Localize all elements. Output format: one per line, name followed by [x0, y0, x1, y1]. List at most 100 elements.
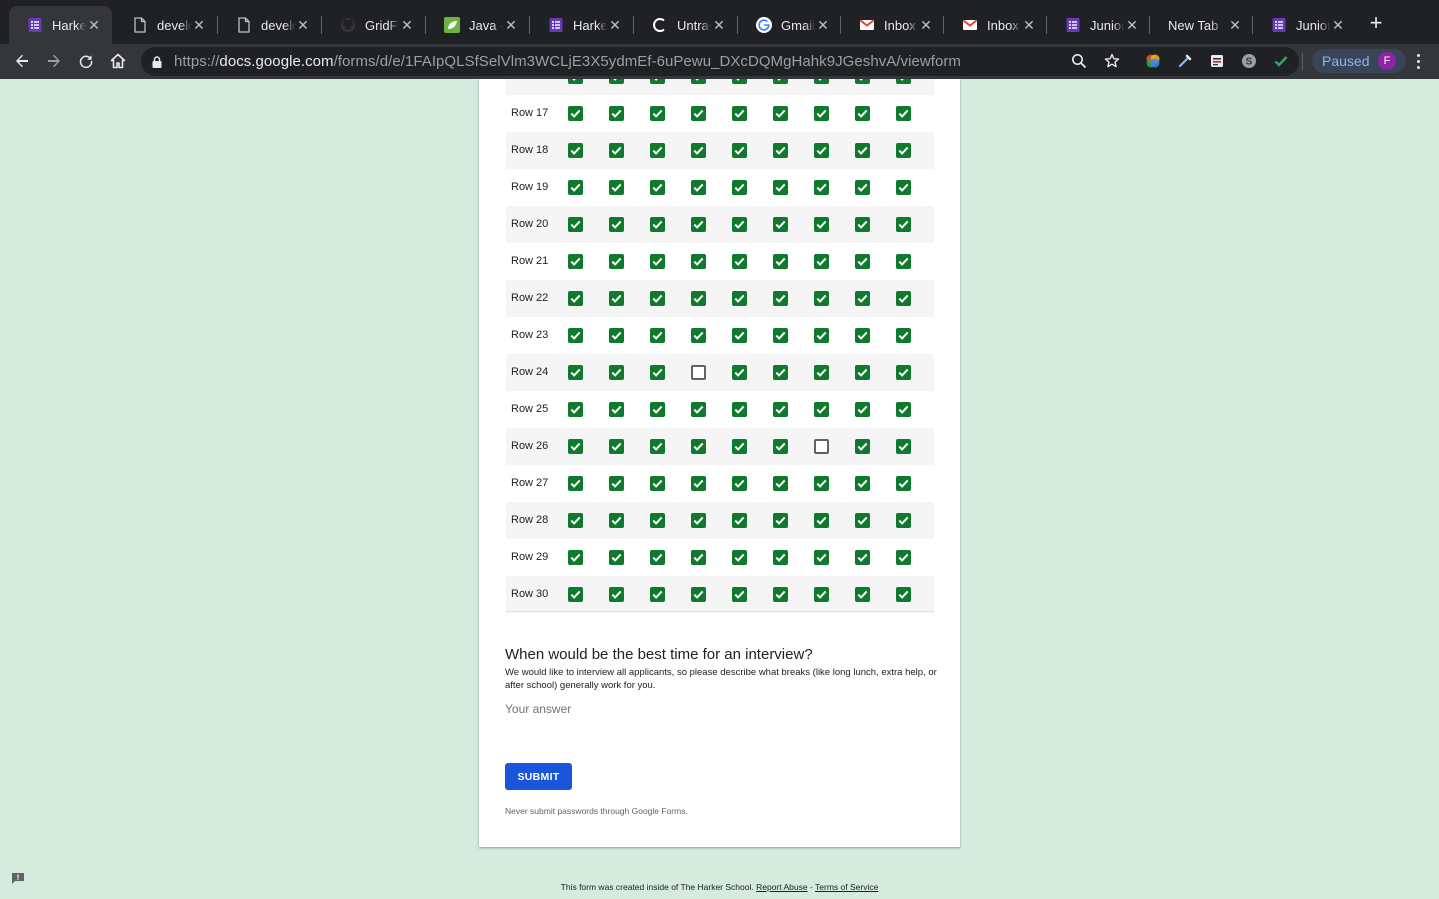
checkbox-checked[interactable]	[773, 439, 788, 454]
checkbox-checked[interactable]	[568, 587, 583, 602]
checkbox-checked[interactable]	[773, 79, 788, 84]
checkbox-checked[interactable]	[773, 143, 788, 158]
checkbox-checked[interactable]	[814, 587, 829, 602]
checkbox-checked[interactable]	[650, 513, 665, 528]
checkbox-checked[interactable]	[855, 291, 870, 306]
checkbox-checked[interactable]	[568, 217, 583, 232]
checkbox-checked[interactable]	[650, 402, 665, 417]
checkbox-checked[interactable]	[609, 217, 624, 232]
checkbox-unchecked[interactable]	[814, 439, 829, 454]
checkbox-checked[interactable]	[568, 291, 583, 306]
checkbox-checked[interactable]	[896, 217, 911, 232]
checkbox-checked[interactable]	[855, 106, 870, 121]
answer-input[interactable]: Your answer	[505, 702, 571, 716]
checkbox-checked[interactable]	[855, 328, 870, 343]
new-tab-button[interactable]: +	[1366, 12, 1386, 34]
checkbox-checked[interactable]	[855, 587, 870, 602]
checkbox-checked[interactable]	[568, 328, 583, 343]
tab-close-icon[interactable]: ✕	[1124, 17, 1140, 34]
bookmark-star-icon[interactable]	[1104, 53, 1120, 74]
checkbox-checked[interactable]	[732, 550, 747, 565]
checkbox-checked[interactable]	[650, 106, 665, 121]
checkbox-checked[interactable]	[814, 254, 829, 269]
checkbox-checked[interactable]	[691, 291, 706, 306]
checkbox-checked[interactable]	[896, 106, 911, 121]
checkbox-checked[interactable]	[609, 328, 624, 343]
checkbox-checked[interactable]	[814, 291, 829, 306]
browser-tab[interactable]: develo✕	[114, 6, 217, 44]
tab-close-icon[interactable]: ✕	[86, 17, 102, 34]
checkbox-checked[interactable]	[732, 291, 747, 306]
checkbox-checked[interactable]	[650, 439, 665, 454]
tab-close-icon[interactable]: ✕	[295, 17, 311, 34]
checkbox-checked[interactable]	[650, 291, 665, 306]
browser-tab[interactable]: Inbox (✕	[944, 6, 1047, 44]
forward-icon[interactable]	[42, 49, 66, 73]
checkbox-checked[interactable]	[568, 550, 583, 565]
checkbox-checked[interactable]	[691, 587, 706, 602]
tab-close-icon[interactable]: ✕	[1021, 17, 1037, 34]
checkbox-checked[interactable]	[691, 476, 706, 491]
checkbox-checked[interactable]	[855, 143, 870, 158]
checkbox-checked[interactable]	[896, 328, 911, 343]
checkbox-checked[interactable]	[650, 365, 665, 380]
browser-tab[interactable]: Untrac✕	[634, 6, 737, 44]
checkbox-checked[interactable]	[896, 587, 911, 602]
tab-close-icon[interactable]: ✕	[815, 17, 831, 34]
checkbox-checked[interactable]	[855, 550, 870, 565]
checkbox-checked[interactable]	[855, 476, 870, 491]
checkbox-checked[interactable]	[732, 513, 747, 528]
checkbox-checked[interactable]	[650, 143, 665, 158]
checkbox-checked[interactable]	[732, 143, 747, 158]
checkbox-checked[interactable]	[773, 328, 788, 343]
checkbox-checked[interactable]	[773, 254, 788, 269]
browser-tab[interactable]: Gmail ✕	[738, 6, 841, 44]
browser-tab[interactable]: New Tab ✕	[1150, 6, 1253, 44]
checkbox-checked[interactable]	[732, 180, 747, 195]
checkbox-checked[interactable]	[896, 180, 911, 195]
checkbox-checked[interactable]	[609, 439, 624, 454]
checkbox-checked[interactable]	[650, 180, 665, 195]
checkbox-checked[interactable]	[568, 254, 583, 269]
tab-close-icon[interactable]: ✕	[918, 17, 934, 34]
checkbox-checked[interactable]	[732, 476, 747, 491]
tab-close-icon[interactable]: ✕	[399, 17, 415, 34]
zoom-icon[interactable]	[1071, 53, 1087, 74]
submit-button[interactable]: SUBMIT	[505, 763, 572, 790]
checkbox-checked[interactable]	[732, 106, 747, 121]
tab-close-icon[interactable]: ✕	[607, 17, 623, 34]
checkbox-checked[interactable]	[773, 291, 788, 306]
checkbox-checked[interactable]	[773, 587, 788, 602]
checkbox-checked[interactable]	[609, 587, 624, 602]
checkbox-checked[interactable]	[609, 106, 624, 121]
checkbox-checked[interactable]	[568, 365, 583, 380]
browser-tab[interactable]: Java - ✕	[426, 6, 529, 44]
tab-close-icon[interactable]: ✕	[1330, 17, 1346, 34]
feedback-icon[interactable]	[11, 872, 25, 885]
checkbox-checked[interactable]	[896, 365, 911, 380]
home-icon[interactable]	[106, 49, 130, 73]
checkbox-checked[interactable]	[650, 550, 665, 565]
browser-tab[interactable]: Inbox (✕	[841, 6, 944, 44]
browser-tab[interactable]: Harker✕	[9, 6, 112, 44]
tab-close-icon[interactable]: ✕	[1227, 17, 1243, 34]
checkbox-checked[interactable]	[609, 143, 624, 158]
report-abuse-link[interactable]: Report Abuse	[756, 882, 808, 892]
checkbox-checked[interactable]	[773, 365, 788, 380]
checkbox-unchecked[interactable]	[691, 365, 706, 380]
checkbox-checked[interactable]	[691, 79, 706, 84]
checkbox-checked[interactable]	[691, 106, 706, 121]
checkbox-checked[interactable]	[691, 180, 706, 195]
checkbox-checked[interactable]	[814, 217, 829, 232]
checkbox-checked[interactable]	[691, 513, 706, 528]
checkbox-checked[interactable]	[732, 328, 747, 343]
checkbox-checked[interactable]	[814, 79, 829, 84]
back-icon[interactable]	[10, 49, 34, 73]
checkbox-checked[interactable]	[855, 254, 870, 269]
checkbox-checked[interactable]	[650, 254, 665, 269]
checkbox-checked[interactable]	[855, 217, 870, 232]
checkbox-checked[interactable]	[732, 402, 747, 417]
checkbox-checked[interactable]	[732, 217, 747, 232]
checkbox-checked[interactable]	[568, 143, 583, 158]
browser-tab[interactable]: GridFill✕	[322, 6, 425, 44]
